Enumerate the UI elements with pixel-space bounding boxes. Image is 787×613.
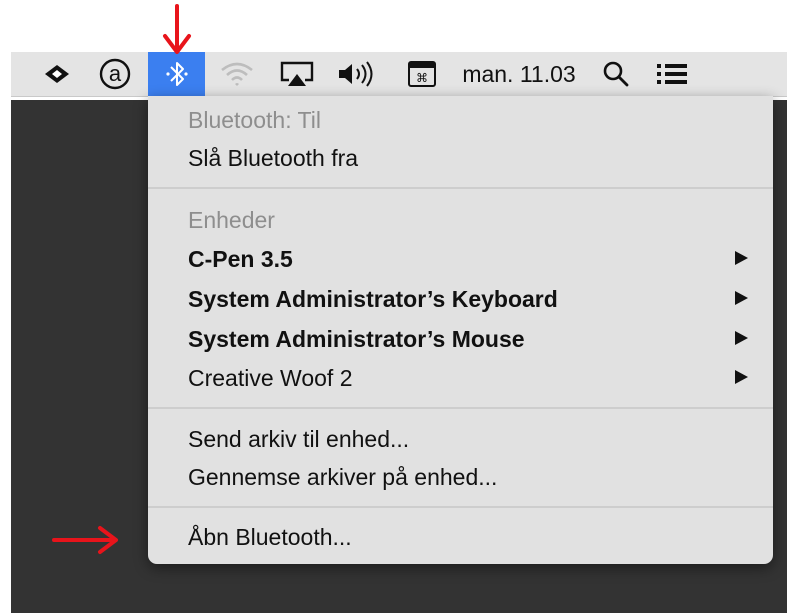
open-bluetooth-preferences-item[interactable]: Åbn Bluetooth...	[188, 524, 352, 551]
submenu-arrow-icon	[735, 291, 748, 305]
svg-text:a: a	[109, 61, 122, 86]
menu-separator	[148, 506, 773, 508]
device-item-keyboard[interactable]: System Administrator’s Keyboard	[188, 286, 558, 313]
bluetooth-status: Bluetooth: Til	[188, 107, 321, 133]
menu-separator	[148, 187, 773, 189]
devices-header: Enheder	[188, 207, 275, 233]
submenu-arrow-icon	[735, 370, 748, 384]
menu-separator	[148, 407, 773, 409]
volume-icon[interactable]	[333, 52, 379, 96]
device-item-creative-woof[interactable]: Creative Woof 2	[188, 365, 352, 392]
at-sign-icon[interactable]: a	[92, 52, 138, 96]
menu-bar: a ⌘ man. 11.03	[11, 52, 787, 97]
wifi-icon[interactable]	[212, 52, 262, 96]
input-menu-icon[interactable]: ⌘	[403, 52, 441, 96]
notification-center-icon[interactable]	[647, 52, 697, 96]
annotation-arrow-down-icon	[163, 4, 191, 54]
annotation-arrow-right-icon	[52, 526, 118, 554]
svg-text:⌘: ⌘	[416, 71, 428, 85]
turn-bluetooth-off-item[interactable]: Slå Bluetooth fra	[188, 145, 358, 172]
airplay-icon[interactable]	[276, 52, 318, 96]
submenu-arrow-icon	[735, 331, 748, 345]
device-item-mouse[interactable]: System Administrator’s Mouse	[188, 326, 525, 353]
browse-files-item[interactable]: Gennemse arkiver på enhed...	[188, 464, 497, 491]
bluetooth-menu: Bluetooth: Til Slå Bluetooth fra Enheder…	[148, 96, 773, 564]
menu-bar-clock[interactable]: man. 11.03	[454, 52, 584, 96]
send-file-item[interactable]: Send arkiv til enhed...	[188, 426, 409, 453]
search-icon[interactable]	[595, 52, 637, 96]
dropbox-icon[interactable]	[37, 52, 77, 96]
submenu-arrow-icon	[735, 251, 748, 265]
device-item-c-pen[interactable]: C-Pen 3.5	[188, 246, 293, 273]
